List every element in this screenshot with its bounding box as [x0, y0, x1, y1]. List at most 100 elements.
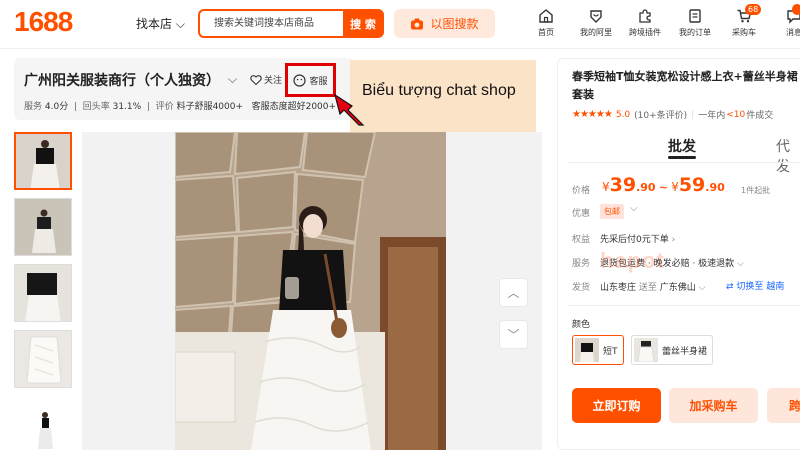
- nav-messages-label: 消息: [786, 28, 800, 37]
- image-search-button[interactable]: 以图搜款: [394, 9, 495, 38]
- nav-cart-label: 采购车: [732, 28, 756, 37]
- follow-button[interactable]: 关注: [250, 73, 282, 86]
- review-count[interactable]: (10+条评价): [634, 108, 687, 121]
- thumbnail-3[interactable]: [14, 264, 72, 322]
- rights-row[interactable]: 先采后付0元下单 ›: [600, 232, 675, 245]
- camera-icon: [411, 18, 424, 29]
- switch-label: 切换至: [736, 282, 764, 292]
- chevron-down-icon: ﹀: [507, 328, 520, 342]
- price-label: 价格: [572, 186, 591, 196]
- chevron-down-icon: ⌵: [737, 259, 744, 269]
- stat-service-label: 服务: [24, 102, 43, 112]
- color-option-label: 蕾丝半身裙: [662, 346, 708, 357]
- price-range: ¥39.90 ~ ¥59.90: [602, 174, 725, 196]
- nav-plugin[interactable]: 跨境插件: [622, 8, 668, 38]
- price-separator: ~: [658, 181, 668, 194]
- thumbnail-1[interactable]: [14, 132, 72, 190]
- user-heart-icon: [590, 10, 602, 23]
- color-option-short-tee[interactable]: 短T: [572, 335, 624, 365]
- image-scroll-up-button[interactable]: ︿: [499, 278, 528, 307]
- color-option-lace-skirt[interactable]: 蕾丝半身裙: [631, 335, 714, 365]
- cart-count-badge: 68: [745, 4, 762, 15]
- image-scroll-down-button[interactable]: ﹀: [499, 320, 528, 349]
- tab-divider: [567, 162, 800, 163]
- thumbnail-2[interactable]: [14, 198, 72, 256]
- order-icon: [689, 9, 701, 23]
- shop-menu[interactable]: 找本店 ⌵: [136, 15, 185, 32]
- search-button[interactable]: 搜 索: [343, 9, 383, 38]
- store-stats: 服务 4.0分 | 回头率 31.1% | 评价 料子舒服4000+ 客服态度超…: [24, 102, 337, 112]
- chevron-down-icon[interactable]: ⌵: [630, 203, 638, 214]
- add-to-cart-button[interactable]: 加采购车: [669, 388, 758, 423]
- rights-label: 权益: [572, 235, 591, 245]
- annotation-arrow-icon: [334, 93, 365, 126]
- min-order-qty: 1件起批: [741, 186, 771, 195]
- store-name[interactable]: 广州阳关服装商行（个人独资）: [24, 70, 220, 90]
- puzzle-icon: [639, 9, 651, 23]
- chevron-down-icon: ⌵: [175, 17, 185, 31]
- site-logo[interactable]: 1688: [14, 6, 73, 38]
- chevron-down-icon: ⌵: [698, 283, 706, 293]
- nav-my-ali[interactable]: 我的阿里: [573, 8, 619, 38]
- sales-suffix: 件成交: [746, 111, 774, 121]
- chevron-right-icon: ›: [671, 235, 676, 245]
- switch-destination-button[interactable]: ⇄ 切换至 越南: [726, 279, 784, 292]
- free-shipping-badge: 包邮: [600, 204, 624, 219]
- stat-return-label: 回头率: [82, 102, 110, 112]
- message-badge: [792, 4, 800, 15]
- ship-from: 山东枣庄: [600, 283, 637, 293]
- nav-orders[interactable]: 我的订单: [672, 8, 718, 38]
- chat-label: 客服: [309, 76, 328, 87]
- swatch-image: [575, 338, 599, 362]
- tab-wholesale[interactable]: 批发: [668, 136, 696, 156]
- price-min-dec: .90: [636, 181, 656, 194]
- price-max-dec: .90: [705, 181, 725, 194]
- stat-service-value: 4.0分: [44, 102, 69, 112]
- ship-via: 送至: [638, 283, 657, 293]
- cross-border-button[interactable]: 跨: [767, 388, 800, 423]
- stat-review-tag-1: 料子舒服4000+: [176, 102, 244, 112]
- search-box: 搜 索: [198, 9, 384, 38]
- chat-face-icon: [293, 73, 307, 87]
- price-min-int: 39: [609, 174, 637, 196]
- image-search-label: 以图搜款: [430, 17, 479, 31]
- chevron-down-icon[interactable]: ⌵: [228, 72, 237, 87]
- ship-to[interactable]: 广东佛山: [660, 283, 696, 293]
- rating-value: 5.0: [615, 109, 631, 120]
- active-tab-indicator: [668, 156, 696, 159]
- chat-shop-button[interactable]: 客服: [285, 63, 336, 97]
- price-currency-min: ¥: [602, 180, 610, 194]
- home-icon: [539, 9, 553, 23]
- shop-menu-label: 找本店: [136, 17, 173, 31]
- shipping-row: 山东枣庄 送至 广东佛山 ⌵: [600, 280, 706, 293]
- header-divider: [0, 48, 800, 49]
- chevron-up-icon: ︿: [507, 286, 520, 300]
- nav-plugin-label: 跨境插件: [629, 28, 661, 37]
- discount-label: 优惠: [572, 209, 591, 219]
- main-product-image[interactable]: [175, 132, 446, 450]
- product-title: 春季短袖T恤女装宽松设计感上衣+蕾丝半身裙套装: [572, 70, 798, 101]
- price-currency-max: ¥: [671, 180, 679, 194]
- price-max-int: 59: [678, 174, 706, 196]
- switch-country: 越南: [766, 282, 785, 292]
- shipping-label: 发货: [572, 283, 591, 293]
- rating-divider: |: [691, 109, 695, 120]
- rating-row: ★★★★★ 5.0 (10+条评价) | 一年内 <10 件成交: [572, 108, 773, 121]
- nav-home[interactable]: 首页: [523, 8, 569, 38]
- heart-plus-icon: [250, 74, 262, 85]
- tab-dropship[interactable]: 代发: [776, 136, 800, 176]
- nav-home-label: 首页: [538, 28, 554, 37]
- service-label: 服务: [572, 259, 591, 269]
- stat-review-label: 评价: [155, 102, 174, 112]
- buy-now-button[interactable]: 立即订购: [572, 388, 661, 423]
- watermark-logo: hapot: [600, 248, 665, 273]
- thumbnail-4[interactable]: [14, 330, 72, 388]
- follow-label: 关注: [264, 76, 283, 86]
- search-input[interactable]: [202, 13, 342, 34]
- stat-return-value: 31.1%: [112, 102, 142, 112]
- star-rating-icon: ★★★★★: [572, 109, 613, 120]
- rights-value: 先采后付0元下单: [600, 235, 669, 245]
- nav-my-ali-label: 我的阿里: [580, 28, 612, 37]
- section-divider: [567, 305, 800, 306]
- thumbnail-5[interactable]: [14, 396, 72, 450]
